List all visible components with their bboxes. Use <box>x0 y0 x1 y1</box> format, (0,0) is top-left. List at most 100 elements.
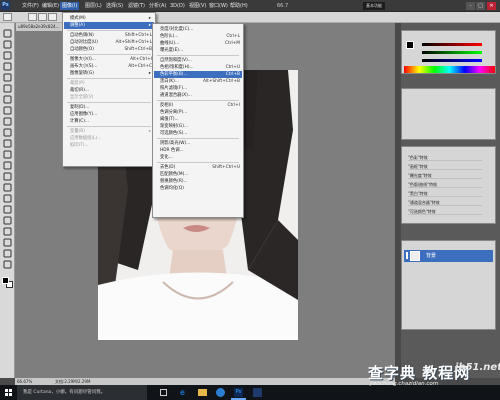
visibility-eye-icon[interactable] <box>406 252 408 259</box>
marquee-tool-icon[interactable] <box>2 40 13 49</box>
healing-brush-tool-icon[interactable] <box>2 95 13 104</box>
app-taskbar-icon[interactable] <box>253 388 262 397</box>
menu-help[interactable]: 帮助(H) <box>228 2 250 10</box>
action-item[interactable]: "色彩"特效 <box>408 155 482 161</box>
menu-window[interactable]: 窗口(W) <box>207 2 230 10</box>
workspace-switcher[interactable]: 基本功能 <box>363 2 385 10</box>
adjust-menu-item[interactable]: 色阶(L)... Ctrl+L <box>154 33 242 40</box>
pen-tool-icon[interactable] <box>2 183 13 192</box>
windows-start-icon[interactable] <box>5 389 12 396</box>
adjust-menu-item[interactable]: HDR 色调... <box>154 147 242 154</box>
status-zoom[interactable]: 66.67% <box>17 378 32 385</box>
image-menu-item[interactable]: 图像旋转(G) ▸ <box>64 70 154 77</box>
image-menu-item[interactable]: 陷印(T)... <box>64 142 154 149</box>
brush-tool-icon[interactable] <box>2 106 13 115</box>
image-menu-item[interactable]: 复制(D)... <box>64 104 154 111</box>
adjust-menu-item[interactable]: 曲线(U)... Ctrl+M <box>154 40 242 47</box>
lasso-tool-icon[interactable] <box>2 51 13 60</box>
adjust-menu-item[interactable]: 曝光度(E)... <box>154 47 242 54</box>
hand-tool-icon[interactable] <box>2 249 13 258</box>
image-menu-item[interactable]: 模式(M) ▸ <box>64 15 154 22</box>
action-item[interactable]: "色版/曲线"特效 <box>408 182 482 188</box>
image-menu-item[interactable]: 自动色调(N) Shift+Ctrl+L <box>64 32 154 39</box>
menu-edit[interactable]: 编辑(E) <box>40 2 61 10</box>
document-tab[interactable]: u89e58a2e39c824... <box>16 23 66 31</box>
close-button[interactable]: ✕ <box>487 2 496 10</box>
action-item[interactable]: "通道混合器"特效 <box>408 200 482 206</box>
layer-name[interactable]: 背景 <box>426 250 436 262</box>
adjust-menu-item[interactable]: 照片滤镜(F)... <box>154 85 242 92</box>
image-menu-item[interactable]: 裁剪(P) <box>64 80 154 87</box>
move-tool-icon[interactable] <box>2 29 13 38</box>
shape-tool-icon[interactable] <box>2 216 13 225</box>
adjust-menu-item[interactable]: 亮度/对比度(C)... <box>154 26 242 33</box>
type-tool-icon[interactable] <box>2 194 13 203</box>
history-brush-tool-icon[interactable] <box>2 128 13 137</box>
menu-view[interactable]: 视图(V) <box>187 2 208 10</box>
action-item[interactable]: "黑白"特效 <box>408 191 482 197</box>
red-slider[interactable] <box>422 43 482 46</box>
gradient-tool-icon[interactable] <box>2 150 13 159</box>
adjust-menu-item[interactable]: 通道混合器(X)... <box>154 92 242 99</box>
action-item[interactable]: "画框"特效 <box>408 164 482 170</box>
marquee-tool-preset-icon[interactable] <box>3 13 12 21</box>
subtract-selection-icon[interactable] <box>48 13 57 21</box>
adjust-menu-item[interactable]: 阈值(T)... <box>154 116 242 123</box>
menu-select[interactable]: 选择(S) <box>104 2 125 10</box>
image-menu-item[interactable]: 变量(B) ▸ <box>64 128 154 135</box>
image-menu-item[interactable]: 显示全部(V) <box>64 94 154 101</box>
maximize-button[interactable]: □ <box>476 2 485 10</box>
image-menu-item[interactable]: 计算(C)... <box>64 118 154 125</box>
task-view-icon[interactable] <box>160 389 167 396</box>
blur-tool-icon[interactable] <box>2 161 13 170</box>
menu-filter[interactable]: 滤镜(T) <box>126 2 147 10</box>
color-spectrum-bar[interactable] <box>404 66 495 73</box>
image-menu-item[interactable]: 自动对比度(U) Alt+Shift+Ctrl+L <box>64 39 154 46</box>
clone-stamp-tool-icon[interactable] <box>2 117 13 126</box>
menu-file[interactable]: 文件(F) <box>20 2 41 10</box>
path-select-tool-icon[interactable] <box>2 205 13 214</box>
quick-select-tool-icon[interactable] <box>2 62 13 71</box>
add-selection-icon[interactable] <box>38 13 47 21</box>
adjust-menu-item[interactable]: 反相(I) Ctrl+I <box>154 102 242 109</box>
action-item[interactable]: "曝光度"特效 <box>408 173 482 179</box>
image-menu-item[interactable]: 调整(A) ▸ <box>64 22 154 29</box>
adjust-menu-item[interactable]: 黑白(K)... Alt+Shift+Ctrl+B <box>154 78 242 85</box>
menu-image[interactable]: 图像(I) <box>60 2 80 10</box>
image-menu-item[interactable]: 自动颜色(O) Shift+Ctrl+B <box>64 46 154 53</box>
adjust-menu-item[interactable]: 匹配颜色(M)... <box>154 171 242 178</box>
adjust-menu-item[interactable]: 阴影/高光(W)... <box>154 140 242 147</box>
image-menu-item[interactable]: 图像大小(I)... Alt+Ctrl+I <box>64 56 154 63</box>
minimize-button[interactable]: – <box>466 2 475 10</box>
blue-slider[interactable] <box>422 59 482 62</box>
edge-icon[interactable]: e <box>180 388 189 397</box>
store-icon[interactable] <box>216 388 225 397</box>
adjust-menu-item[interactable]: 替换颜色(R)... <box>154 178 242 185</box>
image-menu-item[interactable]: 应用数据组(L)... <box>64 135 154 142</box>
eraser-tool-icon[interactable] <box>2 139 13 148</box>
new-selection-icon[interactable] <box>28 13 37 21</box>
menu-layer[interactable]: 图层(L) <box>83 2 104 10</box>
3d-rotate-tool-icon[interactable] <box>2 227 13 236</box>
adjust-menu-item[interactable]: 变化... <box>154 154 242 161</box>
eyedropper-tool-icon[interactable] <box>2 84 13 93</box>
menu-analysis[interactable]: 分析(A) <box>147 2 168 10</box>
crop-tool-icon[interactable] <box>2 73 13 82</box>
image-menu-item[interactable]: 裁切(R)... <box>64 87 154 94</box>
layer-row-background[interactable]: 背景 <box>404 250 493 262</box>
adjust-menu-item[interactable]: 色彩平衡(B)... Ctrl+B <box>154 71 242 78</box>
zoom-level[interactable]: 66.7 <box>275 2 290 10</box>
foreground-color-swatch[interactable] <box>406 41 414 49</box>
adjust-menu-item[interactable]: 去色(D) Shift+Ctrl+U <box>154 164 242 171</box>
3d-orbit-tool-icon[interactable] <box>2 238 13 247</box>
action-item[interactable]: "可选颜色"特效 <box>408 209 482 215</box>
adjust-menu-item[interactable]: 色调均化(Q) <box>154 185 242 192</box>
adjust-menu-item[interactable]: 可选颜色(S)... <box>154 130 242 137</box>
photoshop-taskbar-icon[interactable]: Ps <box>234 388 243 397</box>
image-menu-item[interactable]: 画布大小(S)... Alt+Ctrl+C <box>64 63 154 70</box>
zoom-tool-icon[interactable] <box>2 260 13 269</box>
file-explorer-icon[interactable] <box>198 389 207 396</box>
adjust-menu-item[interactable]: 色相/饱和度(H)... Ctrl+U <box>154 64 242 71</box>
adjust-menu-item[interactable]: 自然饱和度(V)... <box>154 57 242 64</box>
image-menu-item[interactable]: 应用图像(Y)... <box>64 111 154 118</box>
